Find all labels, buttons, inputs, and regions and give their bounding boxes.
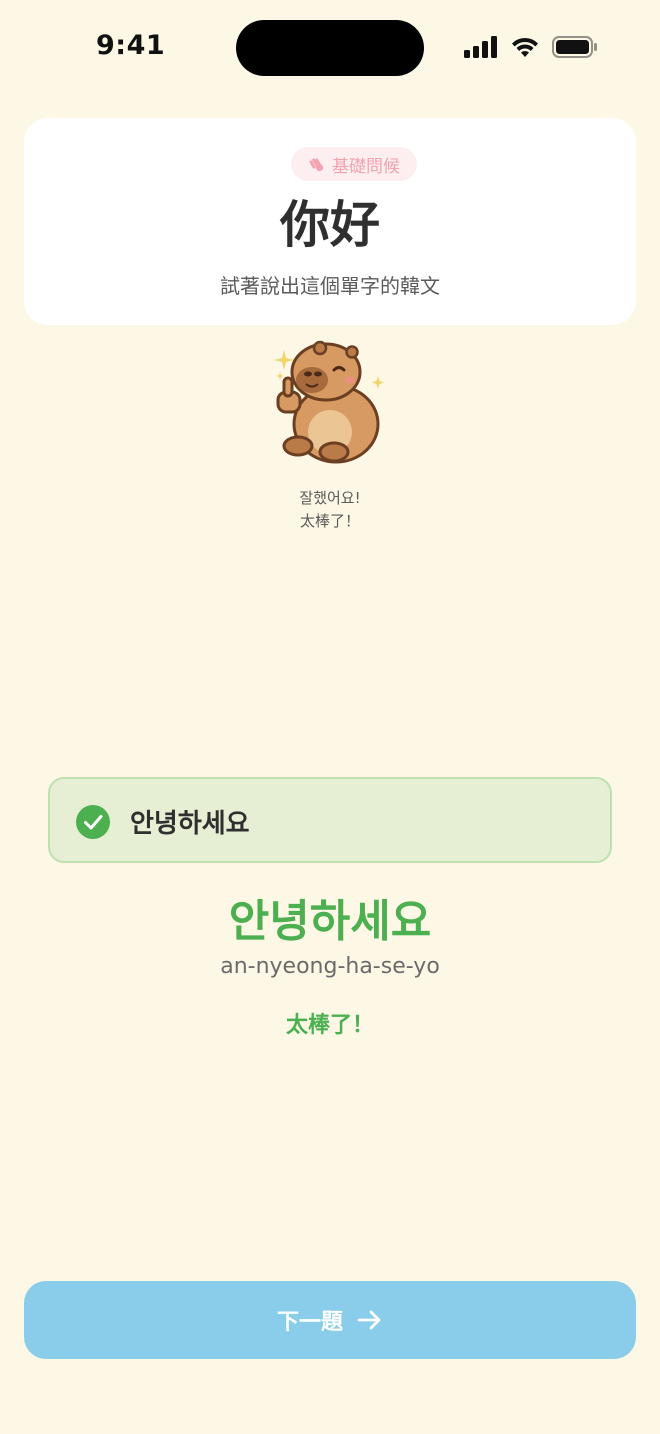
- wave-hand-icon: [309, 158, 324, 172]
- spoken-answer-text: 안녕하세요: [130, 809, 250, 839]
- dynamic-island: [236, 20, 424, 76]
- status-icons: [464, 36, 598, 58]
- check-circle-icon: [76, 805, 110, 839]
- correct-answer-korean: 안녕하세요: [228, 896, 432, 947]
- prompt-word: 你好: [280, 196, 380, 254]
- spoken-answer-box: 안녕하세요: [48, 777, 612, 863]
- arrow-right-icon: [357, 1310, 381, 1330]
- instruction-text: 試著說出這個單字的韓文: [220, 274, 440, 298]
- category-badge: 基礎問候: [291, 147, 417, 181]
- capybara-mascot-icon: [274, 340, 384, 464]
- mascot-speech: 잘했어요! 太棒了！: [0, 487, 660, 533]
- next-question-label: 下一題: [276, 1310, 343, 1335]
- quiz-screen: 9:41 基礎問候 你好 試著說出這個單字的韓文 잘했어요! 太棒了！ 안녕하세…: [0, 0, 660, 1434]
- feedback-text: 太棒了！: [285, 1013, 374, 1038]
- wifi-icon: [512, 37, 538, 57]
- mascot-speech-chinese: 太棒了！: [299, 512, 360, 530]
- battery-icon: [552, 36, 597, 58]
- category-label: 基礎問候: [332, 156, 400, 177]
- signal-icon: [464, 36, 497, 58]
- next-question-button[interactable]: 下一題: [24, 1281, 636, 1359]
- status-time: 9:41: [96, 30, 166, 61]
- word-card: 基礎問候 你好 試著說出這個單字的韓文: [24, 118, 636, 325]
- romanization-text: an-nyeong-ha-se-yo: [220, 954, 440, 979]
- mascot-speech-korean: 잘했어요!: [299, 489, 361, 507]
